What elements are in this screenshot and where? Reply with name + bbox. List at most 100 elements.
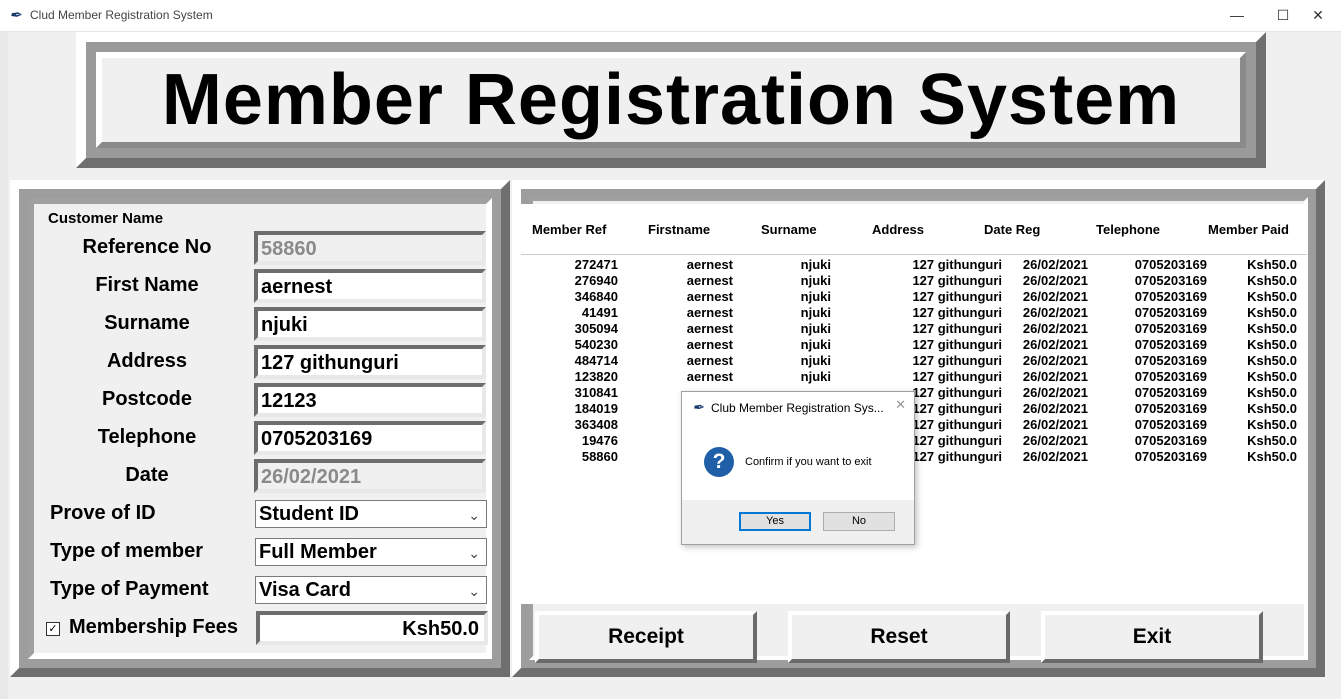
payment-type-value: Visa Card [259,579,351,601]
table-cell: Ksh50.0 [1247,369,1297,384]
dialog-close-button[interactable]: ✕ [895,397,906,413]
reference-field[interactable]: 58860 [254,231,486,265]
table-row[interactable]: 41491 aernest njuki 127 githunguri 26/02/202… [521,305,1307,321]
postcode-field[interactable]: 12123 [254,383,486,417]
table-cell: 0705203169 [1134,289,1207,304]
table-cell: Ksh50.0 [1247,305,1297,320]
table-cell: 26/02/2021 [1022,449,1088,464]
page-title: Member Registration System [161,60,1181,140]
table-cell: Ksh50.0 [1247,289,1297,304]
feather-icon: ✒ [9,7,22,24]
membership-fees-checkbox[interactable]: ✓ [46,622,60,636]
payment-type-select[interactable]: Visa Card ⌄ [255,576,487,604]
column-member-paid[interactable]: Member Paid [1208,222,1289,237]
table-cell: 127 githunguri [912,369,1002,384]
table-cell: 26/02/2021 [1022,305,1088,320]
dialog-title: Club Member Registration Sys... [711,401,884,415]
column-date-reg[interactable]: Date Reg [984,222,1040,237]
table-cell: 26/02/2021 [1022,289,1088,304]
table-cell: aernest [686,257,733,272]
reset-button[interactable]: Reset [788,611,1010,663]
table-cell: 310841 [574,385,618,400]
table-cell: njuki [800,273,831,288]
table-cell: Ksh50.0 [1247,257,1297,272]
table-cell: 26/02/2021 [1022,401,1088,416]
receipt-button[interactable]: Receipt [535,611,757,663]
table-cell: 0705203169 [1134,385,1207,400]
table-row[interactable]: 540230 aernest njuki 127 githunguri 26/02/20… [521,337,1307,353]
table-cell: njuki [800,305,831,320]
member-type-label: Type of member [50,540,203,562]
table-cell: 184019 [574,401,618,416]
telephone-label: Telephone [97,426,197,448]
proof-of-id-select[interactable]: Student ID ⌄ [255,500,487,528]
firstname-field[interactable]: aernest [254,269,486,303]
table-cell: 26/02/2021 [1022,257,1088,272]
table-cell: 26/02/2021 [1022,433,1088,448]
column-surname[interactable]: Surname [761,222,817,237]
surname-label: Surname [104,312,190,334]
date-field[interactable]: 26/02/2021 [254,459,486,493]
table-cell: 127 githunguri [912,289,1002,304]
table-row[interactable]: 305094 aernest njuki 127 githunguri 26/02/20… [521,321,1307,337]
proof-of-id-label: Prove of ID [50,502,156,524]
table-row[interactable]: 123820 aernest njuki 127 githunguri 26/02/20… [521,369,1307,385]
table-cell: 127 githunguri [912,385,1002,400]
column-member-ref[interactable]: Member Ref [532,222,606,237]
table-row[interactable]: 276940 aernest njuki 127 githunguri 26/02/20… [521,273,1307,289]
table-cell: aernest [686,273,733,288]
table-cell: 272471 [574,257,618,272]
table-cell: 0705203169 [1134,273,1207,288]
member-type-select[interactable]: Full Member ⌄ [255,538,487,566]
window-edge [0,32,8,699]
address-field[interactable]: 127 githunguri [254,345,486,379]
table-cell: 26/02/2021 [1022,417,1088,432]
proof-of-id-value: Student ID [259,503,359,525]
table-cell: 540230 [574,337,618,352]
date-label: Date [125,464,169,486]
membership-fees-field[interactable]: Ksh50.0 [256,611,488,645]
no-button[interactable]: No [823,512,895,531]
dialog-footer: Yes No [682,500,914,544]
table-cell: 346840 [574,289,618,304]
table-cell: 484714 [574,353,618,368]
table-cell: 0705203169 [1134,257,1207,272]
feather-icon: ✒ [692,399,704,415]
column-telephone[interactable]: Telephone [1096,222,1160,237]
table-cell: 0705203169 [1134,433,1207,448]
exit-button[interactable]: Exit [1041,611,1263,663]
close-window-button[interactable]: ✕ [1295,0,1341,31]
table-cell: 58860 [581,449,618,464]
table-cell: Ksh50.0 [1247,385,1297,400]
table-cell: 0705203169 [1134,337,1207,352]
window-title: Clud Member Registration System [30,8,213,22]
chevron-down-icon: ⌄ [468,507,480,523]
table-cell: 127 githunguri [912,305,1002,320]
table-cell: 26/02/2021 [1022,369,1088,384]
minimize-button[interactable]: — [1214,0,1260,31]
table-row[interactable]: 346840 aernest njuki 127 githunguri 26/02/20… [521,289,1307,305]
table-cell: 127 githunguri [912,353,1002,368]
column-firstname[interactable]: Firstname [648,222,710,237]
yes-button[interactable]: Yes [739,512,811,531]
header-panel: Member Registration System [96,52,1246,148]
telephone-field[interactable]: 0705203169 [254,421,486,455]
table-cell: Ksh50.0 [1247,449,1297,464]
column-address[interactable]: Address [872,222,924,237]
table-row[interactable]: 484714 aernest njuki 127 githunguri 26/02/20… [521,353,1307,369]
table-cell: 0705203169 [1134,353,1207,368]
table-cell: 26/02/2021 [1022,353,1088,368]
table-cell: 0705203169 [1134,449,1207,464]
table-cell: Ksh50.0 [1247,273,1297,288]
table-cell: 127 githunguri [912,401,1002,416]
question-icon: ? [704,447,734,477]
table-row[interactable]: 272471 aernest njuki 127 githunguri 26/02/20… [521,257,1307,273]
table-header: Member Ref Firstname Surname Address Dat… [521,204,1307,255]
surname-field[interactable]: njuki [254,307,486,341]
table-cell: Ksh50.0 [1247,353,1297,368]
table-cell: 26/02/2021 [1022,273,1088,288]
table-cell: 127 githunguri [912,433,1002,448]
table-cell: 26/02/2021 [1022,321,1088,336]
member-type-value: Full Member [259,541,377,563]
table-cell: aernest [686,305,733,320]
